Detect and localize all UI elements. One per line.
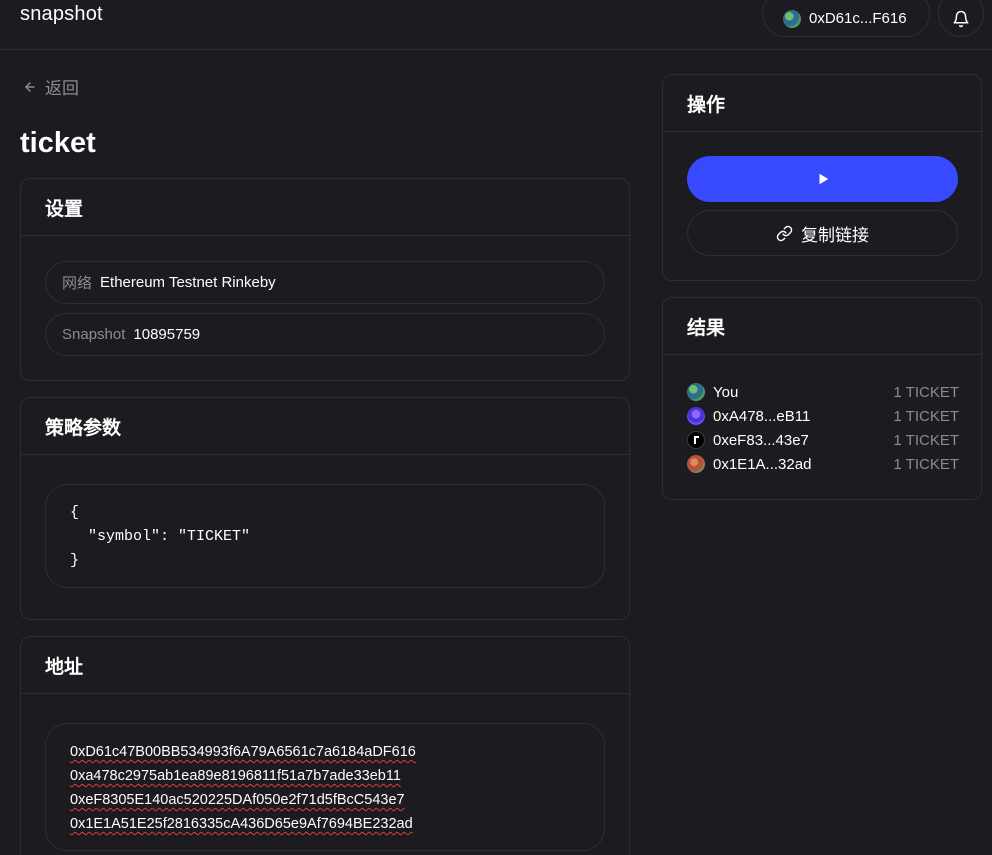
voter-name[interactable]: You	[713, 384, 738, 401]
vote-amount: 1 TICKET	[893, 431, 959, 449]
result-row: 0x1E1A...32ad 1 TICKET	[687, 452, 959, 476]
results-title: 结果	[663, 298, 981, 355]
settings-card: 设置 网络 Ethereum Testnet Rinkeby Snapshot …	[20, 178, 630, 381]
addresses-card: 地址 0xD61c47B00BB534993f6A79A6561c7a6184a…	[20, 636, 630, 855]
code-line: }	[70, 552, 80, 569]
address-item[interactable]: 0x1E1A51E25f2816335cA436D65e9Af7694BE232…	[70, 812, 580, 836]
vote-amount: 1 TICKET	[893, 407, 959, 425]
back-label: 返回	[45, 79, 79, 98]
top-bar: snapshot 0xD61c...F616	[0, 0, 992, 50]
network-label: 网络	[62, 275, 93, 292]
voter-name[interactable]: 0xeF83...43e7	[713, 432, 809, 449]
account-avatar-icon	[783, 9, 801, 28]
actions-card: 操作 复制链接	[662, 74, 982, 281]
code-line: {	[70, 504, 80, 521]
addresses-title: 地址	[21, 637, 629, 694]
actions-title: 操作	[663, 75, 981, 132]
strategy-card: 策略参数 { "symbol": "TICKET"}	[20, 397, 630, 620]
copy-link-label: 复制链接	[801, 225, 869, 245]
strategy-code: { "symbol": "TICKET"}	[45, 484, 605, 588]
network-value: Ethereum Testnet Rinkeby	[100, 274, 276, 291]
link-icon	[776, 225, 793, 241]
code-line: "symbol": "TICKET"	[70, 528, 251, 545]
brand-logo[interactable]: snapshot	[20, 3, 103, 26]
voter-avatar-icon	[687, 383, 705, 401]
vote-button[interactable]	[687, 156, 958, 202]
address-item[interactable]: 0xa478c2975ab1ea89e8196811f51a7b7ade33eb…	[70, 764, 580, 788]
voter-avatar-icon	[687, 431, 705, 449]
result-row: You 1 TICKET	[687, 380, 959, 404]
result-row: 0xeF83...43e7 1 TICKET	[687, 428, 959, 452]
snapshot-label: Snapshot	[62, 326, 126, 343]
snapshot-value[interactable]: 10895759	[133, 326, 200, 343]
vote-amount: 1 TICKET	[893, 455, 959, 473]
address-item[interactable]: 0xD61c47B00BB534993f6A79A6561c7a6184aDF6…	[70, 740, 580, 764]
back-link[interactable]: 返回	[23, 74, 79, 99]
settings-title: 设置	[21, 179, 629, 236]
voter-name[interactable]: 0x1E1A...32ad	[713, 456, 811, 473]
network-field: 网络 Ethereum Testnet Rinkeby	[45, 261, 605, 304]
vote-amount: 1 TICKET	[893, 383, 959, 401]
copy-link-button[interactable]: 复制链接	[687, 210, 958, 256]
results-card: 结果 You 1 TICKET 0xA478...eB11 1 TICKET 0…	[662, 297, 982, 500]
page-title: ticket	[20, 127, 96, 159]
result-row: 0xA478...eB11 1 TICKET	[687, 404, 959, 428]
snapshot-field: Snapshot 10895759	[45, 313, 605, 356]
arrow-left-icon	[25, 81, 35, 92]
play-icon	[819, 173, 828, 185]
strategy-title: 策略参数	[21, 398, 629, 455]
bell-icon	[953, 10, 969, 27]
account-address: 0xD61c...F616	[809, 10, 907, 27]
voter-name[interactable]: 0xA478...eB11	[713, 408, 810, 425]
address-list: 0xD61c47B00BB534993f6A79A6561c7a6184aDF6…	[45, 723, 605, 851]
voter-avatar-icon	[687, 407, 705, 425]
voter-avatar-icon	[687, 455, 705, 473]
notifications-button[interactable]	[938, 0, 984, 37]
account-button[interactable]: 0xD61c...F616	[762, 0, 930, 37]
address-item[interactable]: 0xeF8305E140ac520225DAf050e2f71d5fBcC543…	[70, 788, 580, 812]
